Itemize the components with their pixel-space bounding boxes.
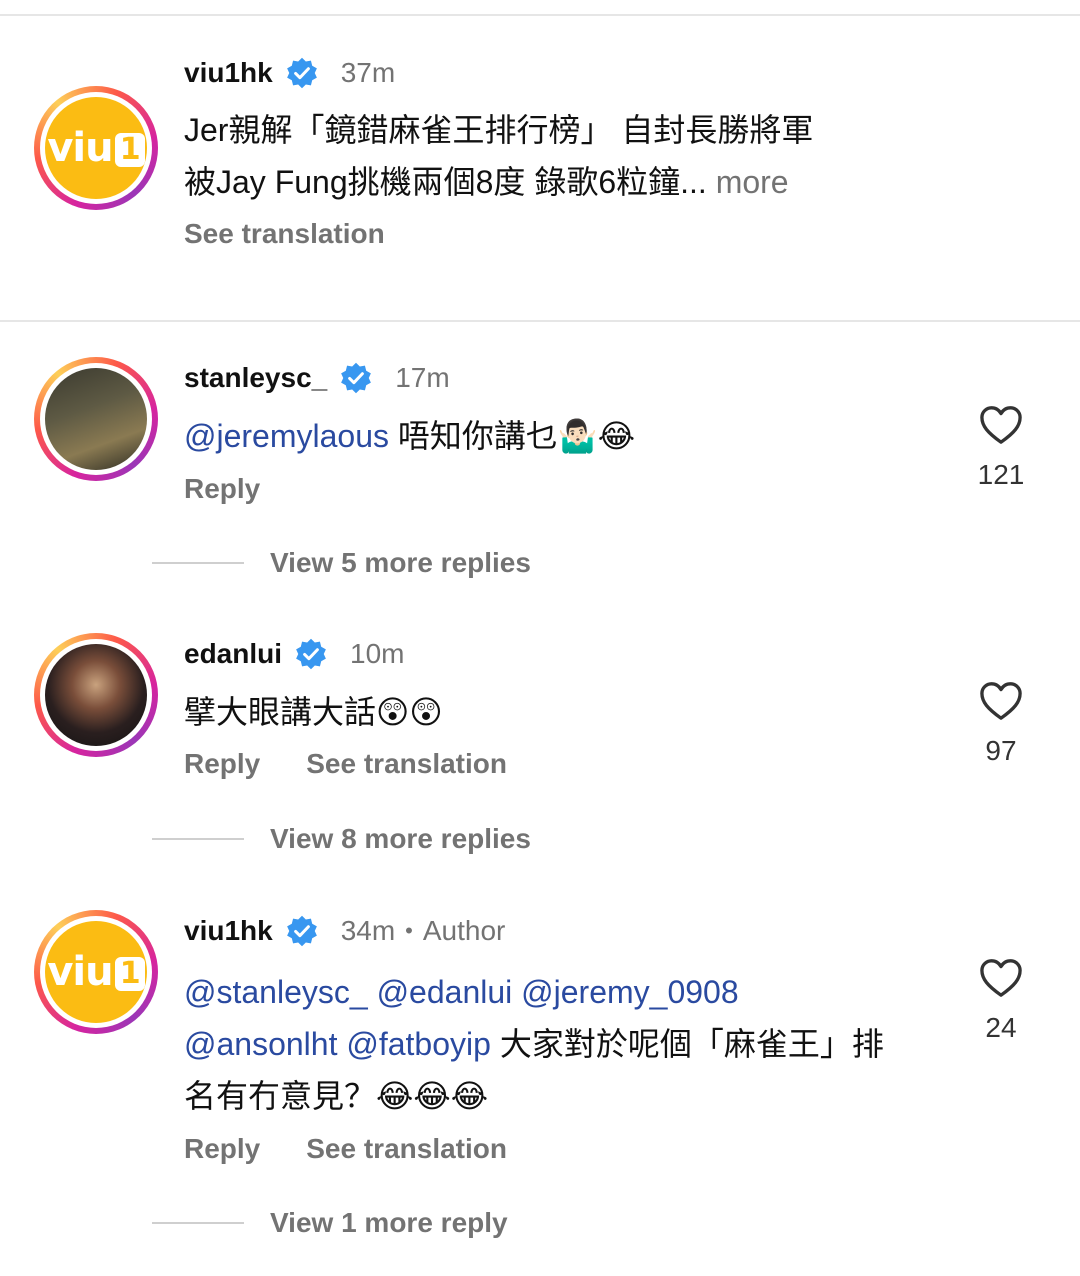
verified-badge-icon bbox=[296, 638, 326, 670]
see-translation-link[interactable]: See translation bbox=[306, 748, 507, 780]
comment-text: 擘大眼講大話😲😲 bbox=[184, 694, 443, 730]
see-translation-link[interactable]: See translation bbox=[306, 1133, 507, 1165]
reply-button[interactable]: Reply bbox=[184, 1133, 260, 1165]
avatar-photo bbox=[45, 644, 147, 746]
like-button[interactable]: 97 bbox=[970, 680, 1032, 767]
avatar-photo bbox=[45, 368, 147, 470]
avatar[interactable] bbox=[34, 357, 158, 481]
comment-text: @stanleysc_ @edanlui @jeremy_0908 @anson… bbox=[184, 966, 944, 1122]
avatar[interactable]: viu 1 bbox=[34, 910, 158, 1034]
comment-text: @jeremylaous 唔知你講乜🤷🏻‍♂️😂 bbox=[184, 418, 636, 454]
username[interactable]: viu1hk bbox=[184, 57, 273, 89]
heart-icon bbox=[980, 682, 1022, 720]
avatar[interactable] bbox=[34, 633, 158, 757]
mention-links[interactable]: @ansonlht @fatboyip bbox=[184, 1026, 491, 1062]
view-replies-button[interactable]: View 1 more reply bbox=[152, 1207, 508, 1239]
verified-badge-icon bbox=[286, 915, 317, 947]
timestamp: 34m bbox=[340, 915, 396, 946]
like-count: 121 bbox=[977, 459, 1025, 490]
like-button[interactable]: 24 bbox=[970, 957, 1032, 1044]
username[interactable]: viu1hk bbox=[184, 915, 273, 947]
see-translation-link[interactable]: See translation bbox=[184, 218, 385, 250]
username[interactable]: stanleysc_ bbox=[184, 362, 327, 394]
comment-text: Jer親解「鏡錯麻雀王排行榜」 自封長勝將軍 被Jay Fung挑機兩個8度 錄… bbox=[184, 112, 814, 200]
timestamp: 10m bbox=[350, 638, 405, 669]
heart-icon bbox=[980, 406, 1022, 444]
mention-link[interactable]: @jeremylaous bbox=[184, 418, 389, 454]
section-divider bbox=[0, 320, 1080, 322]
verified-badge-icon bbox=[286, 57, 317, 89]
reply-button[interactable]: Reply bbox=[184, 748, 260, 780]
like-count: 24 bbox=[985, 1012, 1017, 1043]
separator-dot: • bbox=[405, 918, 413, 943]
timestamp: 37m bbox=[340, 57, 396, 88]
mention-links[interactable]: @stanleysc_ @edanlui @jeremy_0908 bbox=[184, 966, 944, 1018]
like-count: 97 bbox=[985, 735, 1017, 766]
avatar[interactable]: viu 1 bbox=[34, 86, 158, 210]
top-divider bbox=[0, 14, 1080, 16]
timestamp: 17m bbox=[395, 362, 450, 393]
more-link[interactable]: more bbox=[707, 164, 789, 200]
view-replies-button[interactable]: View 5 more replies bbox=[152, 547, 531, 579]
author-badge: Author bbox=[422, 915, 506, 946]
viu-logo: viu 1 bbox=[45, 97, 147, 199]
heart-icon bbox=[980, 959, 1022, 997]
username[interactable]: edanlui bbox=[184, 638, 282, 670]
view-replies-button[interactable]: View 8 more replies bbox=[152, 823, 531, 855]
viu-logo: viu 1 bbox=[45, 921, 147, 1023]
like-button[interactable]: 121 bbox=[970, 404, 1032, 491]
verified-badge-icon bbox=[341, 362, 372, 394]
reply-button[interactable]: Reply bbox=[184, 473, 260, 505]
